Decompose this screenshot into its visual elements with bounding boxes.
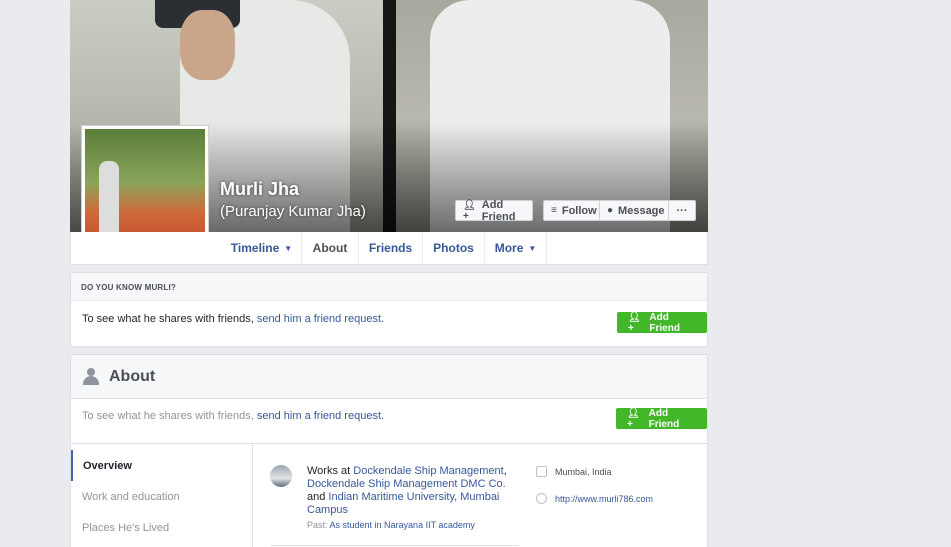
message-button[interactable]: ● Message bbox=[599, 200, 669, 221]
past-education: Past: As student in Narayana IIT academy bbox=[307, 519, 521, 532]
add-friend-green-button[interactable]: 👤︎+ Add Friend bbox=[617, 311, 707, 334]
website-row: http://www.murli786.com bbox=[536, 493, 653, 504]
about-title[interactable]: About bbox=[109, 368, 155, 386]
location-text[interactable]: Mumbai, India bbox=[555, 467, 612, 477]
rss-icon: ≡ bbox=[551, 205, 557, 216]
add-friend-label: Add Friend bbox=[481, 198, 516, 223]
tab-about-label: About bbox=[312, 241, 348, 255]
nav-work-education[interactable]: Work and education bbox=[71, 481, 252, 512]
tab-friends[interactable]: Friends bbox=[359, 232, 423, 264]
work-and: and bbox=[307, 491, 329, 503]
about-header: About bbox=[71, 355, 707, 399]
do-you-know-header: DO YOU KNOW MURLI? bbox=[71, 273, 707, 301]
location-row: Mumbai, India bbox=[536, 466, 612, 477]
profile-tabs: Timeline ▼ About Friends Photos More ▼ bbox=[70, 232, 708, 265]
chevron-down-icon: ▼ bbox=[284, 243, 293, 253]
past-label: Past: bbox=[307, 520, 330, 530]
workplace-icon bbox=[270, 465, 292, 487]
work-text: Works at Dockendale Ship Management, Doc… bbox=[307, 465, 521, 532]
past-education-link[interactable]: As student in Narayana IIT academy bbox=[330, 520, 475, 530]
messenger-icon: ● bbox=[607, 205, 614, 216]
add-friend-green-label: Add Friend bbox=[649, 311, 680, 334]
tab-timeline[interactable]: Timeline ▼ bbox=[222, 232, 302, 264]
work-item: Works at Dockendale Ship Management, Doc… bbox=[270, 465, 521, 532]
add-friend-button[interactable]: 👤︎+ Add Friend bbox=[455, 198, 533, 223]
nav-places-lived[interactable]: Places He's Lived bbox=[71, 512, 252, 543]
do-you-know-card: DO YOU KNOW MURLI? To see what he shares… bbox=[70, 272, 708, 347]
tab-photos[interactable]: Photos bbox=[423, 232, 485, 264]
follow-button[interactable]: ≡ Follow bbox=[543, 200, 600, 221]
add-friend-green-button[interactable]: 👤︎+ Add Friend bbox=[616, 407, 707, 430]
more-options-icon: ··· bbox=[676, 204, 688, 217]
website-link[interactable]: http://www.murli786.com bbox=[555, 494, 653, 504]
add-friend-icon: 👤︎+ bbox=[463, 199, 476, 222]
person-icon bbox=[83, 368, 99, 385]
work-prefix: Works at bbox=[307, 465, 354, 477]
employer-link[interactable]: Indian Maritime University, Mumbai Campu… bbox=[307, 491, 499, 516]
employer-link[interactable]: Dockendale Ship Management DMC Co. bbox=[307, 478, 506, 490]
employer-link[interactable]: Dockendale Ship Management bbox=[353, 465, 503, 477]
tab-timeline-label: Timeline bbox=[230, 241, 280, 255]
add-friend-icon: 👤︎+ bbox=[628, 311, 641, 334]
send-friend-request-link[interactable]: send him a friend request. bbox=[257, 410, 384, 422]
chevron-down-icon: ▼ bbox=[528, 243, 537, 253]
tab-friends-label: Friends bbox=[368, 241, 413, 255]
message-label: Message bbox=[618, 204, 665, 217]
profile-alternate-name: (Puranjay Kumar Jha) bbox=[220, 203, 366, 220]
add-friend-green-label: Add Friend bbox=[648, 407, 680, 430]
home-icon bbox=[536, 466, 547, 477]
follow-label: Follow bbox=[561, 204, 597, 217]
profile-picture-image bbox=[85, 129, 205, 248]
about-request-prompt: To see what he shares with friends, bbox=[82, 410, 257, 422]
nav-overview[interactable]: Overview bbox=[71, 450, 252, 481]
tab-about[interactable]: About bbox=[302, 232, 359, 264]
send-friend-request-link[interactable]: send him a friend request. bbox=[257, 313, 384, 325]
tab-more[interactable]: More ▼ bbox=[485, 232, 547, 264]
tab-photos-label: Photos bbox=[433, 241, 474, 255]
tab-more-label: More bbox=[494, 241, 524, 255]
add-friend-icon: 👤︎+ bbox=[627, 407, 640, 430]
about-nav: Overview Work and education Places He's … bbox=[71, 444, 253, 547]
do-you-know-prompt: To see what he shares with friends, bbox=[82, 313, 257, 325]
globe-icon bbox=[536, 493, 547, 504]
cover-face bbox=[180, 10, 235, 80]
more-options-button[interactable]: ··· bbox=[668, 200, 696, 221]
do-you-know-text: To see what he shares with friends, send… bbox=[71, 301, 707, 337]
about-request-row: To see what he shares with friends, send… bbox=[71, 399, 707, 444]
about-card: About To see what he shares with friends… bbox=[70, 354, 708, 547]
divider bbox=[271, 545, 519, 546]
profile-name[interactable]: Murli Jha bbox=[220, 179, 299, 200]
work-separator: , bbox=[503, 465, 507, 477]
